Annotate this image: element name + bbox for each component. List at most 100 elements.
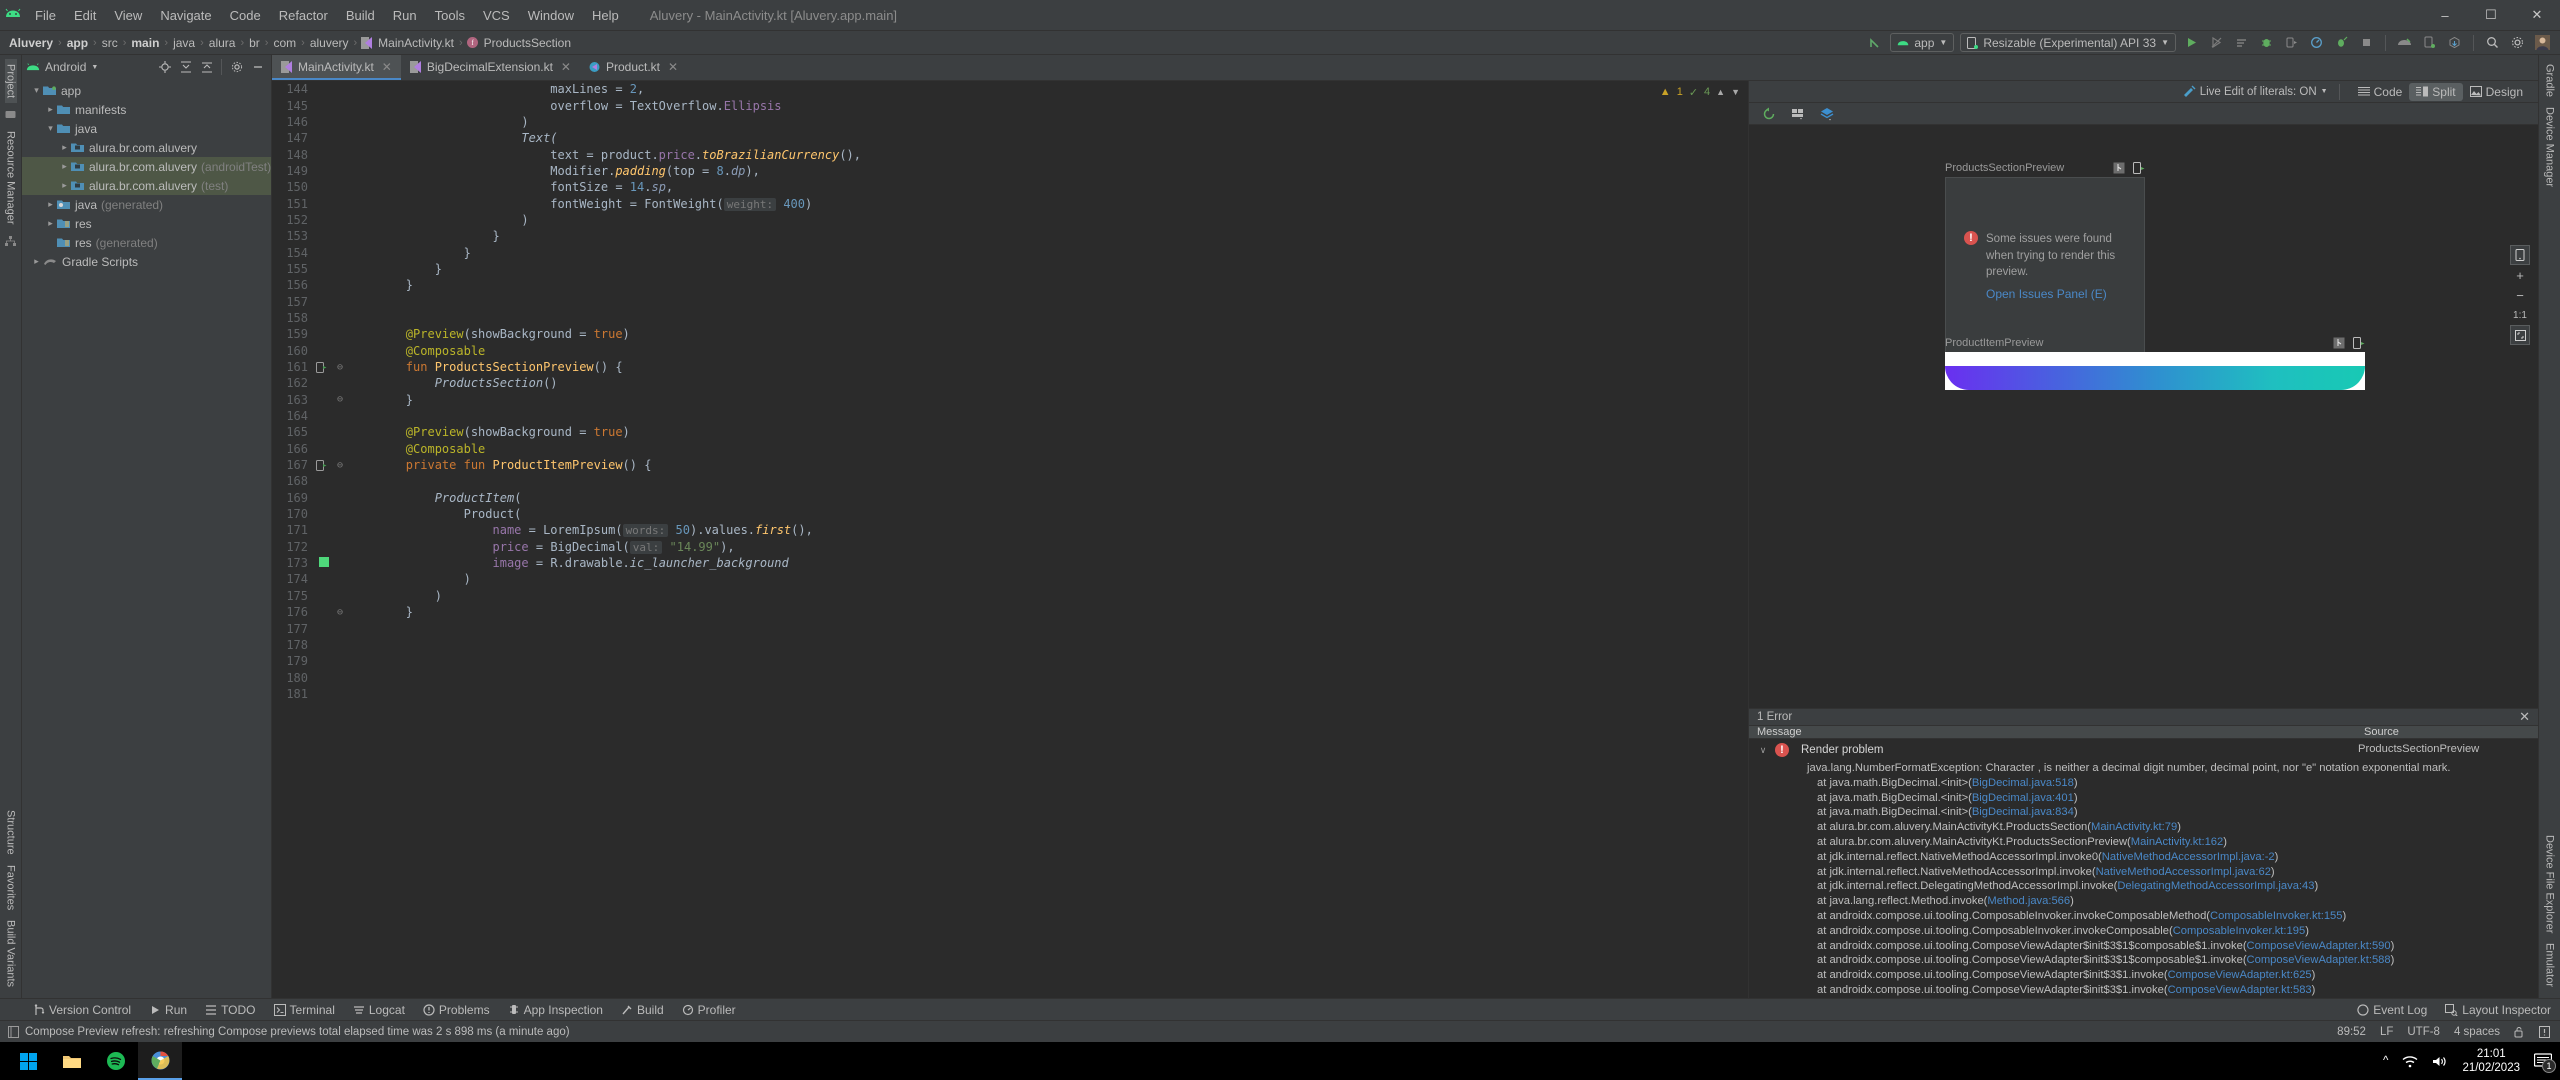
- tree-item-java[interactable]: ▾ java: [22, 119, 271, 138]
- rail-device-manager[interactable]: Device Manager: [2544, 102, 2556, 192]
- editor-tab-mainactivity-kt[interactable]: MainActivity.kt ✕: [272, 55, 401, 80]
- layers-icon[interactable]: [1817, 104, 1836, 123]
- code-line[interactable]: 173 image = R.drawable.ic_launcher_backg…: [272, 555, 1748, 571]
- code-line[interactable]: 167 ⊖ private fun ProductItemPreview() {: [272, 457, 1748, 473]
- code-line[interactable]: 153 }: [272, 228, 1748, 244]
- menu-code[interactable]: Code: [221, 0, 270, 31]
- tool-window-run[interactable]: Run: [140, 999, 196, 1020]
- expand-all-icon[interactable]: [176, 58, 195, 77]
- preview-rendered-card[interactable]: [1945, 352, 2365, 390]
- menu-navigate[interactable]: Navigate: [151, 0, 220, 31]
- code-line[interactable]: 148 text = product.price.toBrazilianCurr…: [272, 146, 1748, 162]
- sdk-manager-icon[interactable]: [2445, 33, 2464, 52]
- stack-frame[interactable]: at jdk.internal.reflect.NativeMethodAcce…: [1807, 850, 2358, 865]
- chevron-right-icon[interactable]: ▸: [30, 256, 43, 267]
- stack-frame[interactable]: at androidx.compose.ui.tooling.ComposeVi…: [1807, 983, 2358, 998]
- stack-frame-location[interactable]: BigDecimal.java:834: [1972, 806, 2074, 818]
- window-controls[interactable]: – ☐ ✕: [2422, 0, 2560, 30]
- wifi-icon[interactable]: [2402, 1055, 2418, 1068]
- open-issues-panel-link[interactable]: Open Issues Panel (E): [1986, 287, 2126, 301]
- view-mode-code[interactable]: Code: [2351, 83, 2410, 101]
- chevron-up-icon[interactable]: ^: [2383, 1055, 2388, 1067]
- chevron-down-icon[interactable]: ▾: [30, 85, 43, 96]
- file-explorer-icon[interactable]: [50, 1042, 94, 1080]
- attach-debugger-icon[interactable]: [2282, 33, 2301, 52]
- tool-window-problems[interactable]: Problems: [414, 999, 499, 1020]
- code-line[interactable]: 179: [272, 653, 1748, 669]
- stack-frame[interactable]: at jdk.internal.reflect.NativeMethodAcce…: [1807, 865, 2358, 880]
- stack-frame-location[interactable]: NativeMethodAccessorImpl.java:62: [2096, 866, 2271, 878]
- rail-resource-manager[interactable]: Resource Manager: [5, 126, 17, 230]
- tool-window-todo[interactable]: TODO: [196, 999, 264, 1020]
- tree-item-app[interactable]: ▾ app: [22, 81, 271, 100]
- breadcrumb-app[interactable]: app: [64, 36, 91, 50]
- menu-vcs[interactable]: VCS: [474, 0, 519, 31]
- tool-window-version-control[interactable]: Version Control: [24, 999, 140, 1020]
- commit-icon[interactable]: [5, 109, 16, 120]
- interactive-mode-icon[interactable]: [2333, 337, 2345, 349]
- code-line[interactable]: 156 }: [272, 277, 1748, 293]
- breadcrumb-productssection[interactable]: ProductsSection: [481, 36, 574, 50]
- code-line[interactable]: 170 Product(: [272, 506, 1748, 522]
- editor-view-modes[interactable]: Code Split Design: [2351, 82, 2530, 101]
- code-line[interactable]: 168: [272, 473, 1748, 489]
- code-folding-icon[interactable]: ⊖: [332, 362, 348, 373]
- stack-frame-location[interactable]: BigDecimal.java:518: [1972, 777, 2074, 789]
- breadcrumb-src[interactable]: src: [99, 36, 121, 50]
- tree-item-alura-br-com-aluvery[interactable]: ▸ alura.br.com.aluvery (androidTest): [22, 157, 271, 176]
- tree-item-java[interactable]: ▸ java (generated): [22, 195, 271, 214]
- menu-tools[interactable]: Tools: [426, 0, 474, 31]
- line-separator[interactable]: LF: [2380, 1026, 2393, 1038]
- gallery-mode-icon[interactable]: [1788, 104, 1807, 123]
- zoom-in-icon[interactable]: +: [2510, 265, 2530, 285]
- search-icon[interactable]: [2483, 33, 2502, 52]
- code-line[interactable]: 171 name = LoremIpsum(words: 50).values.…: [272, 522, 1748, 538]
- stack-frame[interactable]: at jdk.internal.reflect.DelegatingMethod…: [1807, 879, 2358, 894]
- close-icon[interactable]: ✕: [561, 60, 571, 74]
- gear-icon[interactable]: [227, 58, 246, 77]
- breadcrumb-com[interactable]: com: [270, 36, 299, 50]
- code-editor[interactable]: ▲ 1 ✓ 4 ▲ ▼ 144 maxLines = 2, 145 overflo…: [272, 81, 1748, 998]
- breadcrumb-br[interactable]: br: [246, 36, 263, 50]
- close-icon[interactable]: ✕: [2519, 709, 2530, 725]
- locate-icon[interactable]: [155, 58, 174, 77]
- stack-frame-location[interactable]: Method.java:566: [1987, 895, 2070, 907]
- zoom-to-fit-icon[interactable]: [2510, 325, 2530, 345]
- chevron-right-icon[interactable]: ▸: [44, 218, 57, 229]
- system-tray[interactable]: ^ 21:01 21/02/2023 1: [2383, 1047, 2560, 1076]
- chevron-up-icon[interactable]: ▲: [1716, 87, 1725, 97]
- tool-window-build[interactable]: Build: [612, 999, 673, 1020]
- rail-device-file-explorer[interactable]: Device File Explorer: [2544, 830, 2556, 938]
- tree-item-manifests[interactable]: ▸ manifests: [22, 100, 271, 119]
- live-edit-toggle[interactable]: Live Edit of literals: ON ▼: [2183, 85, 2328, 98]
- tool-window-bar[interactable]: Version Control Run TODO Terminal Logcat Prob…: [0, 998, 2560, 1020]
- tool-window-app-inspection[interactable]: App Inspection: [499, 999, 612, 1020]
- run-gutter-icon[interactable]: [316, 459, 332, 471]
- stack-frame[interactable]: at androidx.compose.ui.tooling.Composabl…: [1807, 909, 2358, 924]
- device-frame-icon[interactable]: [2510, 245, 2530, 265]
- code-line[interactable]: 151 fontWeight = FontWeight(weight: 400): [272, 195, 1748, 211]
- close-icon[interactable]: ✕: [668, 60, 678, 74]
- apply-changes-icon[interactable]: [2207, 33, 2226, 52]
- chevron-right-icon[interactable]: ▸: [58, 142, 71, 153]
- code-line[interactable]: 146 ): [272, 114, 1748, 130]
- tool-window-layout-inspector[interactable]: Layout Inspector: [2436, 1003, 2560, 1017]
- chevron-down-icon[interactable]: ▼: [91, 64, 98, 71]
- device-selector[interactable]: Resizable (Experimental) API 33 ▼: [1960, 33, 2176, 52]
- indent-setting[interactable]: 4 spaces: [2454, 1026, 2500, 1038]
- code-line[interactable]: 180: [272, 669, 1748, 685]
- code-line[interactable]: 158: [272, 310, 1748, 326]
- menu-window[interactable]: Window: [519, 0, 583, 31]
- code-line[interactable]: 155 }: [272, 261, 1748, 277]
- caret-position[interactable]: 89:52: [2337, 1026, 2366, 1038]
- tree-item-gradle-scripts[interactable]: ▸ Gradle Scripts: [22, 252, 271, 271]
- inspection-icon[interactable]: [2539, 1025, 2550, 1038]
- avd-manager-icon[interactable]: [2395, 33, 2414, 52]
- stack-frame-location[interactable]: ComposableInvoker.kt:195: [2173, 925, 2305, 937]
- code-line[interactable]: 174 ): [272, 571, 1748, 587]
- notification-center-icon[interactable]: 1: [2534, 1053, 2556, 1073]
- stack-frame-location[interactable]: MainActivity.kt:162: [2131, 836, 2223, 848]
- stop-icon[interactable]: [2357, 33, 2376, 52]
- rail-favorites[interactable]: Favorites: [5, 860, 17, 915]
- stack-frame-location[interactable]: ComposeViewAdapter.kt:583: [2168, 984, 2312, 996]
